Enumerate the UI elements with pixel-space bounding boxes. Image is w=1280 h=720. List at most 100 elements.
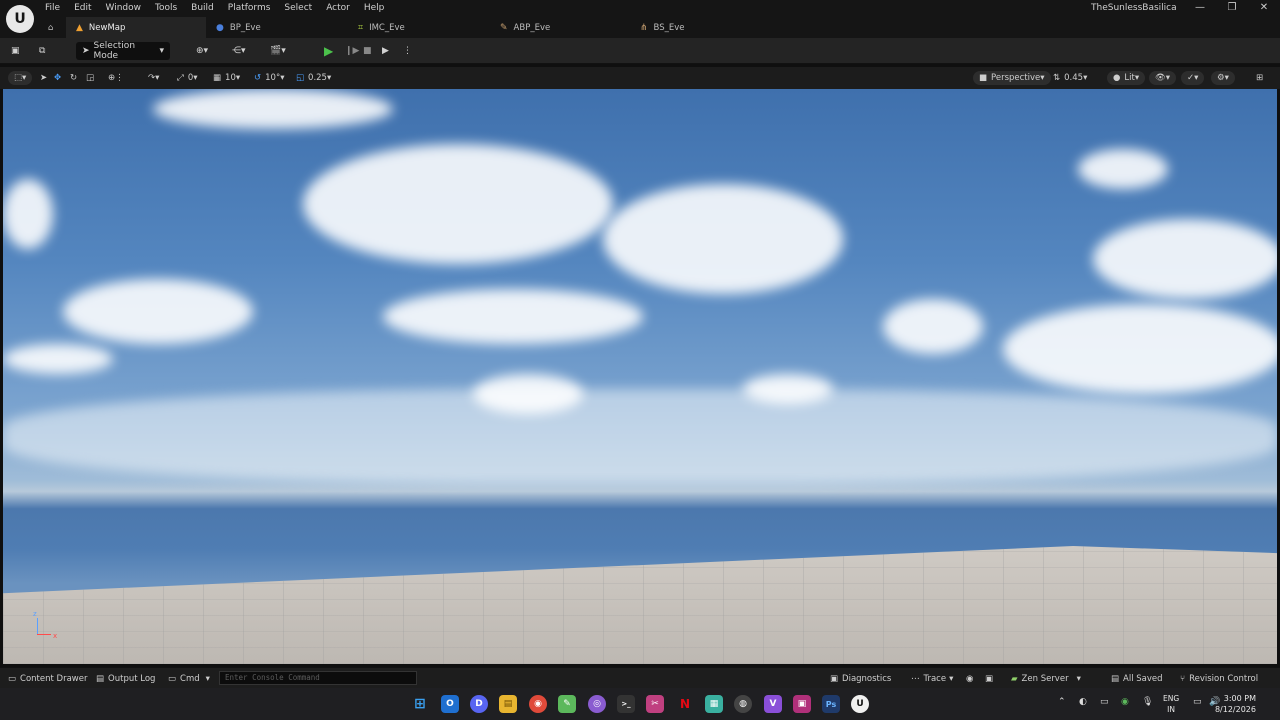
rotation-snap-button[interactable]: ↺ 10° ▾ <box>254 71 284 85</box>
output-log-button[interactable]: ▤ Output Log <box>96 672 155 685</box>
console-input[interactable]: Enter Console Command <box>219 671 417 685</box>
cmd-dropdown[interactable]: ▭ Cmd ▾ <box>168 672 210 685</box>
tray-overflow-icon[interactable]: ⌃ <box>1058 697 1066 707</box>
clapper-icon: 🎬▾ <box>270 46 286 56</box>
cloud <box>383 289 643 344</box>
more-options-button[interactable]: ⋮ <box>403 42 412 60</box>
menu-tools[interactable]: Tools <box>148 2 184 16</box>
outlook-icon[interactable]: O <box>441 695 459 713</box>
settings-dropdown[interactable]: ⚙▾ <box>1211 71 1235 85</box>
windows-start-icon[interactable]: ⊞ <box>411 695 429 713</box>
output-log-label: Output Log <box>108 673 156 684</box>
minimize-button[interactable]: — <box>1184 0 1216 16</box>
notepad-icon[interactable]: ✎ <box>558 695 576 713</box>
zen-server-dropdown[interactable]: ▰ Zen Server ▾ <box>1011 672 1081 685</box>
layout-button[interactable]: ⊞ <box>1256 71 1263 85</box>
save-icon: ▣ <box>11 46 20 56</box>
menu-select[interactable]: Select <box>277 2 319 16</box>
lang-bottom: IN <box>1167 705 1175 714</box>
calculator-icon[interactable]: ▦ <box>705 695 723 713</box>
photoshop-icon[interactable]: Ps <box>822 695 840 713</box>
browse-button[interactable]: ⧉ <box>39 42 45 60</box>
record-button[interactable]: ◉ <box>966 672 973 685</box>
scale-snap-button[interactable]: ◱ 0.25 ▾ <box>296 71 331 85</box>
menu-build[interactable]: Build <box>184 2 221 16</box>
maximize-button[interactable]: ❐ <box>1216 0 1248 16</box>
perspective-dropdown[interactable]: ■ Perspective ▾ <box>973 71 1051 85</box>
obs-icon[interactable]: ◍ <box>734 695 752 713</box>
tab-imc-eve[interactable]: ⌗ IMC_Eve <box>348 17 490 38</box>
all-saved-label: All Saved <box>1123 673 1163 684</box>
menu-file[interactable]: File <box>38 2 67 16</box>
all-saved-button[interactable]: ▤ All Saved <box>1111 672 1163 685</box>
gauge-icon: ✓▾ <box>1187 73 1199 83</box>
screenshot-button[interactable]: ▣ <box>985 672 993 685</box>
menu-window[interactable]: Window <box>99 2 149 16</box>
add-actor-button[interactable]: ⊕▾ <box>196 42 208 60</box>
discord-tray-icon[interactable]: ◐ <box>1079 697 1087 707</box>
tab-label: BS_Eve <box>653 22 685 33</box>
add-cube-icon: ⊕▾ <box>196 46 209 56</box>
tab-abp-eve[interactable]: ✎ ABP_Eve <box>490 17 630 38</box>
stop-button[interactable]: ■ <box>363 42 372 60</box>
x-axis-label: x <box>53 632 58 640</box>
selection-mode-dropdown[interactable]: ➤ Selection Mode ▾ <box>76 41 170 61</box>
menu-bar: File Edit Window Tools Build Platforms S… <box>38 2 391 16</box>
advance-frame-button[interactable]: ❙▶ <box>345 42 359 60</box>
scale-tool-button[interactable]: ◲ <box>86 71 94 85</box>
content-drawer-button[interactable]: ▭ Content Drawer <box>8 672 87 685</box>
cmd-label: Cmd <box>180 673 200 684</box>
home-icon: ⌂ <box>48 22 54 33</box>
fov-button[interactable]: ⇅ 0.45 ▾ <box>1053 71 1087 85</box>
visual-studio-icon[interactable]: V <box>764 695 782 713</box>
tab-label: NewMap <box>88 22 126 33</box>
select-tool-button[interactable]: ➤ <box>40 71 47 85</box>
language-indicator[interactable]: ENG IN <box>1163 693 1179 715</box>
trace-dropdown[interactable]: ⋯ Trace ▾ <box>911 672 953 685</box>
translate-tool-button[interactable]: ✥ <box>54 71 61 85</box>
tab-bs-eve[interactable]: ⋔ BS_Eve <box>630 17 770 38</box>
diagnostics-button[interactable]: ▣ Diagnostics <box>830 672 891 685</box>
camera-speed-button[interactable]: ⤢ 0 ▾ <box>177 71 198 85</box>
tab-newmap[interactable]: ▲ NewMap <box>66 17 206 38</box>
github-icon[interactable]: ◎ <box>588 695 606 713</box>
coordinate-system-button[interactable]: ⊕⋮ <box>108 71 124 85</box>
transform-mode-dropdown[interactable]: ⬚▾ <box>8 71 33 85</box>
menu-actor[interactable]: Actor <box>319 2 357 16</box>
menu-platforms[interactable]: Platforms <box>221 2 278 16</box>
tray-app-icon[interactable]: ◉ <box>1121 697 1129 707</box>
tray-app-icon[interactable]: ▭ <box>1100 697 1109 707</box>
performance-dropdown[interactable]: ✓▾ <box>1181 71 1205 85</box>
unreal-logo-icon[interactable]: U <box>6 5 34 33</box>
file-explorer-icon[interactable]: ▤ <box>499 695 517 713</box>
terminal-icon[interactable]: >_ <box>617 695 635 713</box>
discord-icon[interactable]: D <box>470 695 488 713</box>
surface-snap-button[interactable]: ↷▾ <box>148 71 159 85</box>
level-viewport[interactable]: z x <box>3 89 1277 664</box>
lighting-mode-dropdown[interactable]: ● Lit ▾ <box>1107 71 1146 85</box>
rotate-tool-button[interactable]: ↻ <box>70 71 77 85</box>
cinematics-button[interactable]: 🎬▾ <box>270 42 286 60</box>
network-icon[interactable]: ▭ <box>1193 697 1202 707</box>
cursor-icon: ➤ <box>82 46 90 56</box>
tab-home[interactable]: ⌂ <box>40 17 66 38</box>
snipping-icon[interactable]: ✂ <box>646 695 664 713</box>
tab-bp-eve[interactable]: ● BP_Eve <box>206 17 348 38</box>
save-button[interactable]: ▣ <box>11 42 20 60</box>
revision-control-button[interactable]: ⑂ Revision Control <box>1180 672 1258 685</box>
system-clock[interactable]: 3:00 PM 8/12/2026 <box>1215 693 1256 715</box>
unreal-icon[interactable]: U <box>851 695 869 713</box>
arrow-icon: ➤ <box>40 73 48 83</box>
netflix-icon[interactable]: N <box>676 695 694 713</box>
blueprint-button[interactable]: ⋲▾ <box>232 42 246 60</box>
photo-editor-icon[interactable]: ▣ <box>793 695 811 713</box>
play-options-button[interactable]: ▶ <box>382 42 389 60</box>
grid-snap-button[interactable]: ▦ 10 ▾ <box>213 71 240 85</box>
menu-help[interactable]: Help <box>357 2 392 16</box>
play-button[interactable]: ▶ <box>324 42 333 60</box>
microphone-icon[interactable]: 🎙 <box>1142 697 1153 707</box>
show-dropdown[interactable]: 👁▾ <box>1149 71 1177 85</box>
close-button[interactable]: ✕ <box>1248 0 1280 16</box>
chrome-icon[interactable]: ◉ <box>529 695 547 713</box>
menu-edit[interactable]: Edit <box>67 2 98 16</box>
